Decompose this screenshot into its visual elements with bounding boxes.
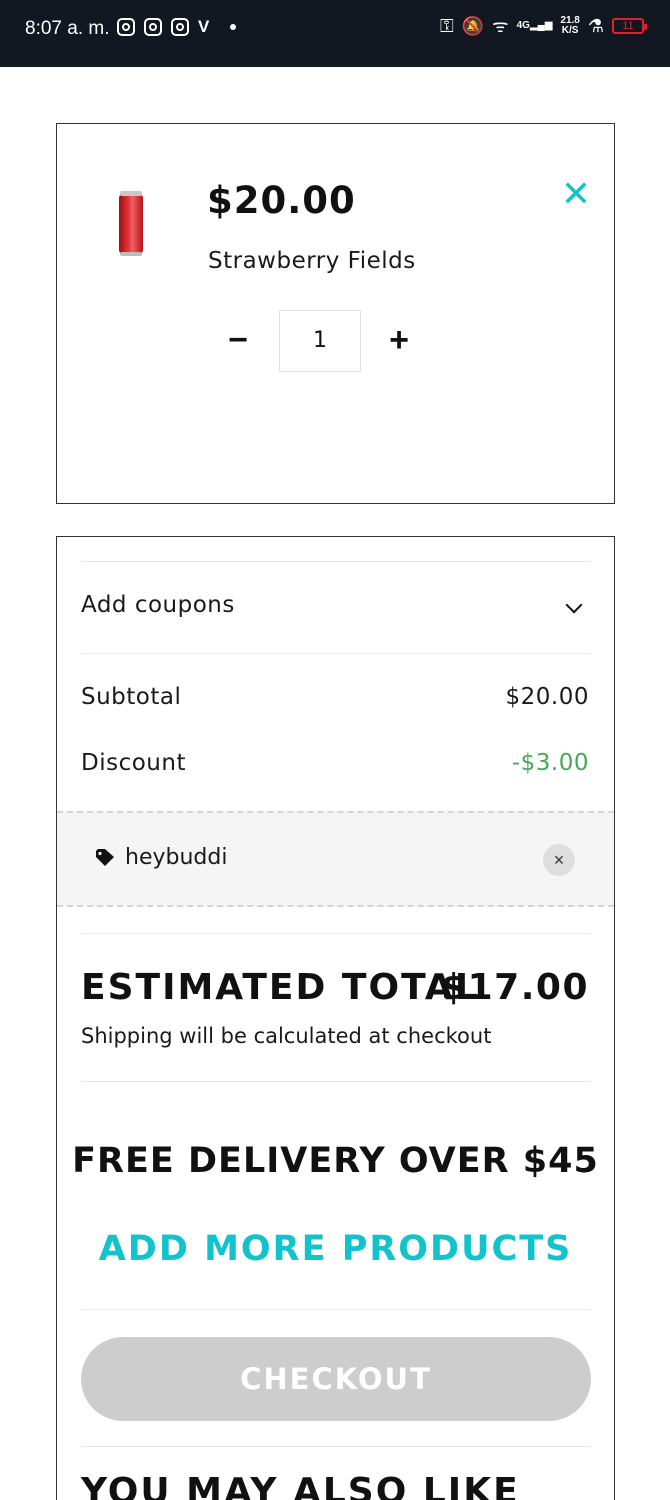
tag-icon	[96, 849, 114, 866]
estimated-total-value: $17.00	[441, 967, 589, 1008]
divider	[81, 561, 591, 562]
more-notifications-dot-icon	[230, 24, 237, 30]
subtotal-label: Subtotal	[81, 684, 182, 710]
status-bar: 8:07 a. m. V ⚿ 🔕 ᯤ 4G▂▄▆ 21.8 K/S ⚗ 11	[0, 0, 670, 67]
add-coupons-label: Add coupons	[81, 592, 235, 618]
free-delivery-banner: FREE DELIVERY OVER $45	[72, 1141, 599, 1181]
discount-value: -$3.00	[511, 750, 589, 776]
cart-item-card: $20.00 Strawberry Fields ✕ − 1 +	[56, 123, 615, 504]
discount-label: Discount	[81, 750, 186, 776]
instagram-icon	[171, 18, 189, 36]
coupon-code: heybuddi	[125, 845, 228, 870]
divider	[81, 1081, 591, 1082]
data-rate: 21.8 K/S	[560, 15, 580, 36]
product-image	[119, 191, 143, 256]
system-icons: ⚿ 🔕 ᯤ 4G▂▄▆ 21.8 K/S ⚗ 11	[440, 15, 647, 36]
battery-icon: 11	[612, 18, 647, 34]
remove-coupon-button[interactable]: ×	[543, 844, 575, 876]
subtotal-value: $20.00	[505, 684, 589, 710]
remove-item-button[interactable]: ✕	[557, 174, 595, 214]
flask-icon: ⚗	[587, 16, 604, 36]
divider	[81, 1309, 591, 1310]
quantity-increase-button[interactable]: +	[379, 320, 419, 360]
estimated-total-label: ESTIMATED TOTAL	[81, 967, 480, 1008]
status-time: 8:07 a. m.	[25, 18, 110, 39]
add-coupons-toggle[interactable]: Add coupons	[57, 563, 614, 653]
product-price: $20.00	[207, 179, 356, 222]
divider	[81, 933, 591, 934]
instagram-icon	[144, 18, 162, 36]
vpn-key-icon: ⚿	[440, 16, 454, 36]
shield-v-icon: V	[198, 17, 210, 36]
divider	[81, 1446, 591, 1447]
quantity-decrease-button[interactable]: −	[218, 320, 258, 360]
notification-icons: V	[117, 17, 237, 37]
chevron-down-icon	[565, 596, 583, 614]
checkout-button[interactable]: CHECKOUT	[81, 1337, 591, 1421]
order-summary-card: Add coupons Subtotal $20.00 Discount -$3…	[56, 536, 615, 1500]
instagram-icon	[117, 18, 135, 36]
product-name: Strawberry Fields	[208, 248, 416, 274]
divider	[81, 653, 591, 654]
add-more-products-link[interactable]: ADD MORE PRODUCTS	[57, 1229, 614, 1269]
applied-coupon: heybuddi ×	[57, 811, 614, 907]
quantity-field[interactable]: 1	[279, 310, 361, 372]
shipping-note: Shipping will be calculated at checkout	[81, 1024, 492, 1048]
network-type: 4G▂▄▆	[516, 20, 553, 31]
wifi-icon: ᯤ	[492, 16, 509, 36]
mute-bell-icon: 🔕	[461, 16, 485, 36]
also-like-heading: YOU MAY ALSO LIKE	[81, 1471, 520, 1500]
